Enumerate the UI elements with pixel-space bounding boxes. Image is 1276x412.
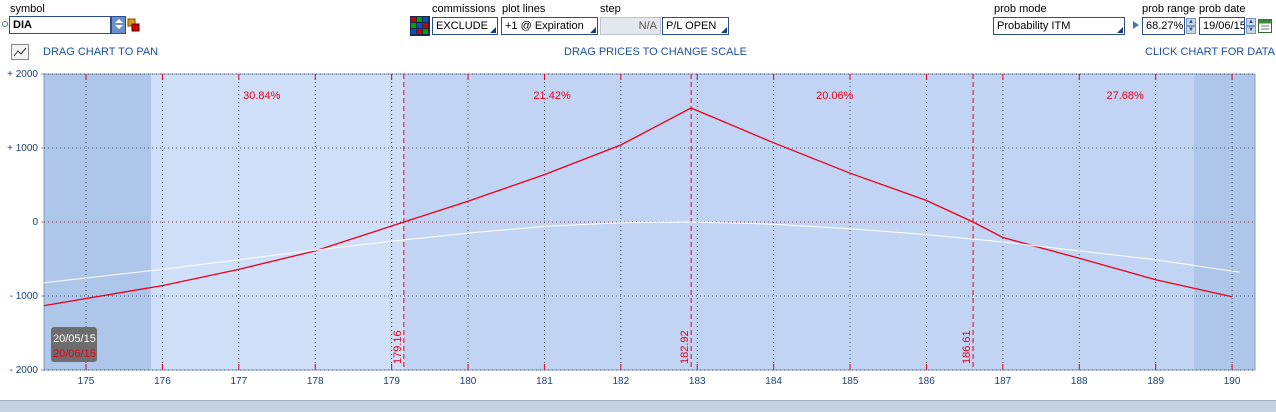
prob-range-label: prob range [1142, 3, 1196, 15]
prob-date-label: prob date [1199, 3, 1246, 15]
prob-date-stepper[interactable]: ▲ ▼ [1246, 18, 1256, 34]
y-tick-label: - 1000 [10, 291, 39, 302]
prob-date-input[interactable]: 19/06/15 [1199, 17, 1245, 35]
x-tick-label: 187 [995, 376, 1012, 387]
date-legend-label: 20/05/15 [53, 333, 96, 345]
y-tick-label: + 1000 [7, 143, 38, 154]
x-tick-label: 186 [918, 376, 935, 387]
step-label: step [600, 3, 621, 15]
zone-probability-label: 30.84% [243, 90, 281, 102]
breakeven-label: 182.92 [679, 330, 691, 364]
x-tick-label: 183 [689, 376, 706, 387]
chevron-down-icon [114, 25, 123, 29]
prob-range-stepper[interactable]: ▲ ▼ [1186, 18, 1196, 34]
calendar-icon[interactable] [1258, 18, 1272, 33]
x-tick-label: 185 [842, 376, 859, 387]
drag-scale-hint: DRAG PRICES TO CHANGE SCALE [564, 46, 747, 58]
prob-range-input[interactable]: 68.27% [1142, 17, 1185, 35]
x-tick-label: 175 [78, 376, 95, 387]
breakeven-label: 186.61 [961, 330, 973, 364]
x-tick-label: 179 [383, 376, 400, 387]
plot-lines-label: plot lines [502, 3, 546, 15]
scrollbar[interactable] [0, 400, 1276, 412]
x-tick-label: 182 [613, 376, 630, 387]
drag-pan-hint: DRAG CHART TO PAN [43, 46, 159, 58]
commissions-label: commissions [432, 3, 496, 15]
pl-select[interactable]: P/L OPEN [662, 17, 729, 35]
step-field: N/A [600, 17, 661, 35]
zone-probability-label: 20.06% [816, 90, 854, 102]
prob-mode-label: prob mode [994, 3, 1047, 15]
x-tick-label: 188 [1071, 376, 1088, 387]
pl-chart[interactable]: + 2000 + 1000 0 - 1000 - 2000 175 176 177 178 179… [0, 64, 1276, 400]
symbol-label: symbol [10, 3, 45, 15]
play-icon[interactable] [1133, 21, 1139, 29]
y-tick-label: 0 [32, 217, 38, 228]
plot-lines-select[interactable]: +1 @ Expiration [501, 17, 598, 35]
x-tick-label: 181 [536, 376, 553, 387]
zone-probability-label: 21.42% [533, 90, 571, 102]
zone-probability-label: 27.68% [1106, 90, 1144, 102]
x-tick-label: 180 [460, 376, 477, 387]
x-tick-label: 190 [1224, 376, 1241, 387]
x-tick-label: 178 [307, 376, 324, 387]
date-legend-label: 20/06/15 [53, 348, 96, 360]
y-tick-label: + 2000 [7, 69, 38, 80]
symbol-tool-icon[interactable] [127, 18, 140, 32]
breakeven-label: 179.16 [392, 330, 404, 364]
x-tick-label: 176 [154, 376, 171, 387]
x-tick-label: 189 [1147, 376, 1164, 387]
x-tick-label: 177 [230, 376, 247, 387]
y-tick-label: - 2000 [10, 365, 39, 376]
symbol-radio-icon[interactable] [2, 21, 8, 27]
color-grid-icon[interactable] [410, 16, 430, 36]
chevron-up-icon [114, 19, 123, 23]
commissions-select[interactable]: EXCLUDE [432, 17, 498, 35]
chart-icon[interactable] [11, 44, 29, 60]
prob-mode-select[interactable]: Probability ITM [993, 17, 1125, 35]
symbol-dropdown-button[interactable] [111, 16, 126, 34]
symbol-input[interactable]: DIA [9, 16, 111, 34]
x-tick-label: 184 [765, 376, 782, 387]
click-data-hint: CLICK CHART FOR DATA [1145, 46, 1275, 58]
